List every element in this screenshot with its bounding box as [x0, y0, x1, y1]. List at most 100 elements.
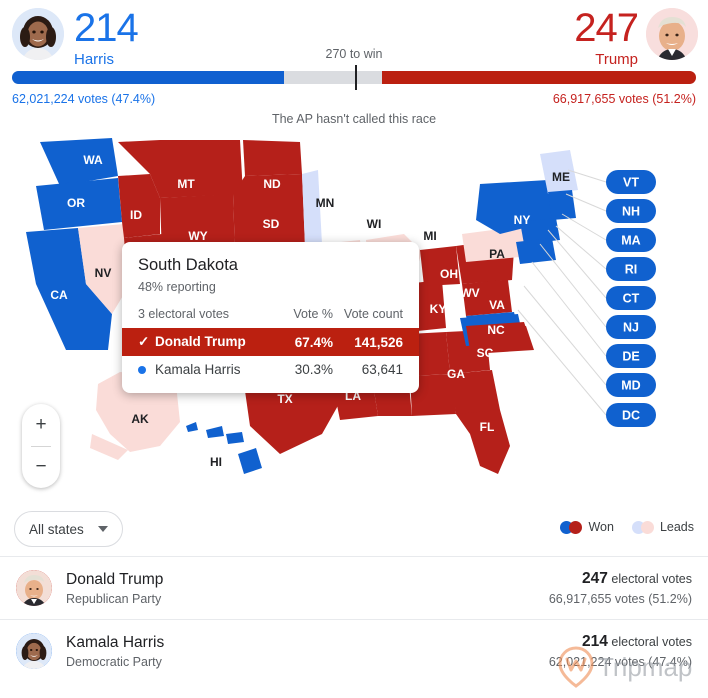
state-label-sd: SD — [263, 217, 280, 231]
callout-label-md: MD — [621, 379, 640, 393]
candidate-result-row[interactable]: Kamala Harris Democratic Party 214 elector… — [0, 619, 708, 682]
candidate-electoral-votes: 247 electoral votes — [582, 570, 692, 587]
candidate-electoral-votes: 214 electoral votes — [582, 633, 692, 650]
state-label-me: ME — [552, 170, 570, 184]
harris-bar-segment — [12, 71, 285, 84]
candidate-totals: 214 electoral votes 62,021,224 votes (47.… — [549, 633, 692, 669]
electoral-summary-header: 214 Harris 247 Trump 270 to win 62,021,2… — [0, 0, 708, 126]
trump-electoral-votes: 247 — [574, 6, 639, 50]
trump-bar-segment — [381, 71, 696, 84]
candidate-totals: 247 electoral votes 66,917,655 votes (51.… — [549, 570, 692, 606]
callout-pill-ct[interactable]: CT — [606, 286, 656, 310]
results-panel: All states Won Leads Donald Trump Republi… — [0, 504, 708, 682]
state-label-wv: WV — [460, 286, 479, 300]
map-zoom-controls[interactable]: + − — [22, 404, 60, 488]
state-label-fl: FL — [480, 420, 495, 434]
map-controls-row: All states Won Leads — [0, 504, 708, 556]
candidate-identity: Donald Trump Republican Party — [66, 571, 163, 606]
trump-popular-votes: 66,917,655 votes (51.2%) — [552, 92, 696, 106]
legend-won-label: Won — [588, 520, 614, 534]
tooltip-vote-pct: 67.4% — [259, 328, 333, 356]
legend-won: Won — [560, 520, 614, 534]
callout-pill-nh[interactable]: NH — [606, 199, 656, 223]
callout-pill-md[interactable]: MD — [606, 373, 656, 397]
candidate-party: Republican Party — [66, 591, 162, 606]
state-label-ak: AK — [131, 412, 149, 426]
callout-label-dc: DC — [622, 409, 640, 423]
270-threshold-tick — [355, 65, 358, 90]
map-legend: Won Leads — [542, 520, 694, 534]
state-label-nv: NV — [95, 266, 112, 280]
callout-pill-ri[interactable]: RI — [606, 257, 656, 281]
harris-electoral-votes: 214 — [74, 6, 139, 50]
candidate-result-row[interactable]: Donald Trump Republican Party 247 electora… — [0, 556, 708, 619]
tooltip-candidate-name: Kamala Harris — [122, 356, 259, 383]
tooltip-vote-count: 141,526 — [333, 328, 419, 356]
tooltip-vote-pct: 30.3% — [294, 362, 333, 377]
chevron-down-icon — [97, 526, 108, 532]
tooltip-results-table: 3 electoral votes Vote % Vote count ✓ Don… — [122, 307, 419, 383]
tooltip-header-row: 3 electoral votes Vote % Vote count — [122, 307, 419, 328]
candidate-avatar — [16, 633, 52, 669]
state-label-oh: OH — [440, 267, 458, 281]
candidate-identity: Kamala Harris Democratic Party — [66, 634, 164, 669]
state-label-tx: TX — [277, 392, 292, 406]
ap-race-note: The AP hasn't called this race — [271, 112, 437, 126]
legend-swatch-gop-won — [569, 520, 583, 534]
state-label-wy: WY — [188, 229, 207, 243]
state-label-mt: MT — [177, 177, 195, 191]
tooltip-col-vote-pct: Vote % — [293, 307, 333, 321]
tooltip-state-name: South Dakota — [138, 256, 238, 274]
state-label-mn: MN — [316, 196, 335, 210]
state-label-id: ID — [130, 208, 142, 222]
state-filter-label: All states — [29, 521, 84, 537]
state-label-ca: CA — [50, 288, 68, 302]
zoom-out-button[interactable]: − — [22, 446, 60, 488]
electoral-bar — [12, 65, 696, 90]
map-state-hawaii — [186, 422, 262, 474]
threshold-label: 270 to win — [325, 47, 383, 61]
candidate-name: Donald Trump — [66, 570, 164, 588]
state-label-hi: HI — [210, 455, 222, 469]
state-label-nc: NC — [487, 323, 505, 337]
callout-label-ri: RI — [625, 263, 638, 277]
candidate-popular-votes: 66,917,655 votes (51.2%) — [548, 592, 692, 606]
legend-leads-label: Leads — [659, 520, 694, 534]
callout-label-ma: MA — [621, 234, 640, 248]
map-states-west — [26, 138, 130, 350]
candidate-name: Kamala Harris — [66, 633, 165, 651]
callout-pill-ma[interactable]: MA — [606, 228, 656, 252]
callout-label-de: DE — [622, 350, 639, 364]
callout-label-nh: NH — [622, 205, 640, 219]
state-label-or: OR — [67, 196, 85, 210]
callout-pill-nj[interactable]: NJ — [606, 315, 656, 339]
tooltip-electoral-votes: 3 electoral votes — [138, 307, 230, 321]
state-label-sc: SC — [477, 346, 494, 360]
callout-pill-vt[interactable]: VT — [606, 170, 656, 194]
state-label-va: VA — [489, 298, 505, 312]
candidate-party: Democratic Party — [66, 654, 162, 669]
state-label-wa: WA — [83, 153, 103, 167]
tooltip-vote-count: 63,641 — [361, 362, 403, 377]
callout-pill-dc[interactable]: DC — [606, 403, 656, 427]
callout-pill-group: VT NH MA RI CT NJ DE MD DC — [606, 170, 656, 427]
legend-swatch-gop-leads — [640, 520, 654, 534]
state-label-ky: KY — [430, 302, 447, 316]
party-dot-icon — [138, 362, 155, 377]
state-label-ga: GA — [447, 367, 465, 381]
callout-label-nj: NJ — [623, 321, 639, 335]
callout-label-vt: VT — [623, 176, 639, 190]
candidate-avatar — [16, 570, 52, 606]
callout-pill-de[interactable]: DE — [606, 344, 656, 368]
state-label-ny: NY — [514, 213, 531, 227]
state-label-pa: PA — [489, 247, 505, 261]
check-icon: ✓ — [138, 334, 150, 349]
tooltip-col-vote-count: Vote count — [343, 307, 403, 321]
tooltip-candidate-name: ✓ Donald Trump — [122, 328, 259, 356]
harris-popular-votes: 62,021,224 votes (47.4%) — [12, 92, 156, 106]
state-label-nd: ND — [263, 177, 281, 191]
zoom-in-button[interactable]: + — [22, 404, 60, 446]
state-tooltip: South Dakota 48% reporting 3 electoral v… — [122, 242, 419, 393]
state-filter-dropdown[interactable]: All states — [14, 511, 123, 547]
legend-leads: Leads — [631, 520, 694, 534]
